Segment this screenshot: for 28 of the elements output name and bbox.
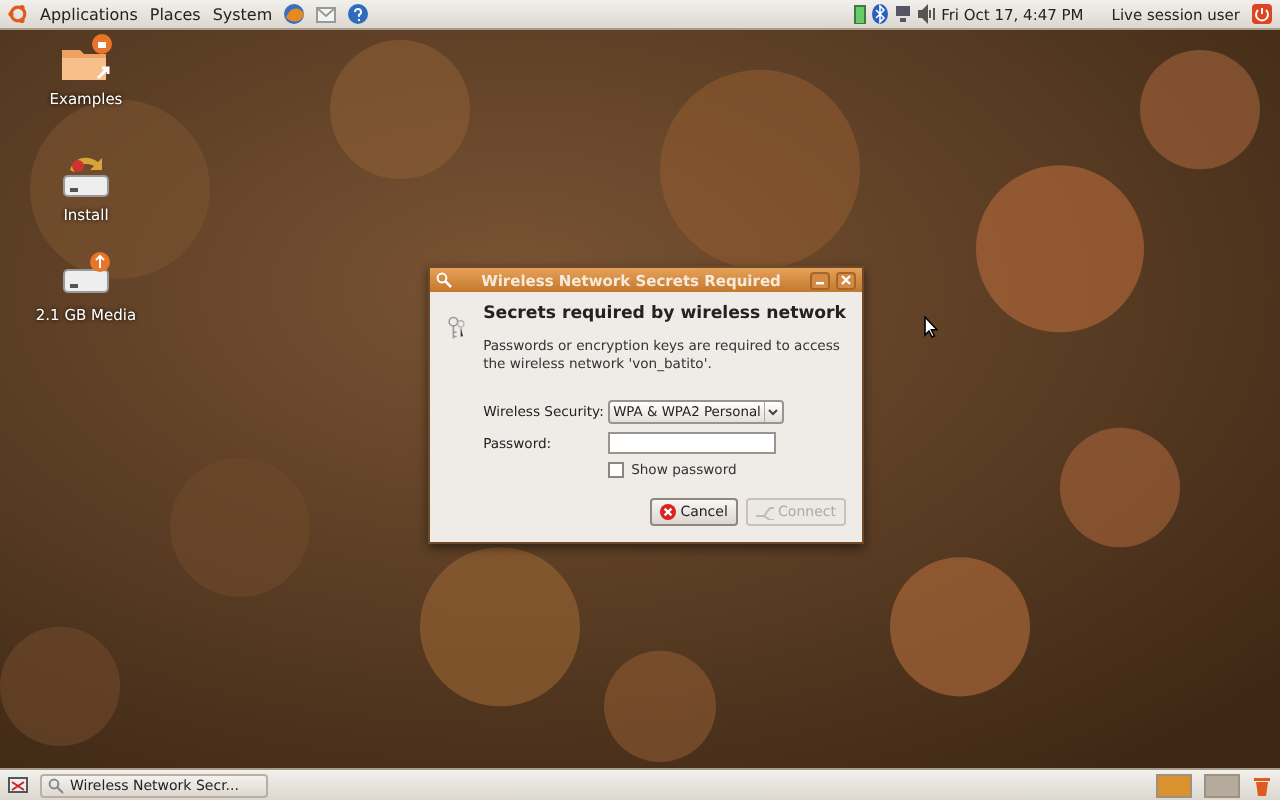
menu-item[interactable]: Applications — [40, 5, 138, 23]
network-icon[interactable] — [893, 4, 912, 24]
search-icon — [436, 272, 452, 288]
battery-icon[interactable] — [853, 4, 866, 24]
checkbox[interactable] — [607, 462, 624, 478]
close-icon — [840, 274, 852, 286]
workspace-button[interactable] — [1204, 773, 1240, 797]
dialog-heading: Secrets required by wireless network — [483, 304, 846, 324]
mail-icon[interactable] — [316, 4, 337, 24]
minimize-button[interactable] — [810, 271, 830, 289]
cancel-icon — [660, 504, 677, 520]
menu-item[interactable]: Places — [149, 5, 201, 23]
mouse-pointer-icon — [924, 316, 938, 338]
chevron-down-icon — [763, 402, 782, 422]
password-field[interactable] — [607, 432, 776, 454]
folder-icon[interactable] — [58, 34, 114, 86]
power-icon[interactable] — [1252, 4, 1272, 24]
trash-icon[interactable] — [1252, 774, 1272, 796]
show-desktop-icon[interactable] — [8, 775, 28, 795]
search-icon — [48, 777, 64, 793]
globe-icon[interactable] — [284, 4, 305, 24]
volume-icon[interactable] — [917, 4, 936, 24]
logo-icon[interactable] — [8, 4, 28, 24]
workspace-button[interactable] — [1156, 773, 1192, 797]
close-button[interactable] — [836, 271, 856, 289]
help-icon[interactable] — [348, 4, 369, 24]
menu-item[interactable]: System — [212, 5, 273, 23]
bluetooth-icon[interactable] — [871, 4, 888, 24]
